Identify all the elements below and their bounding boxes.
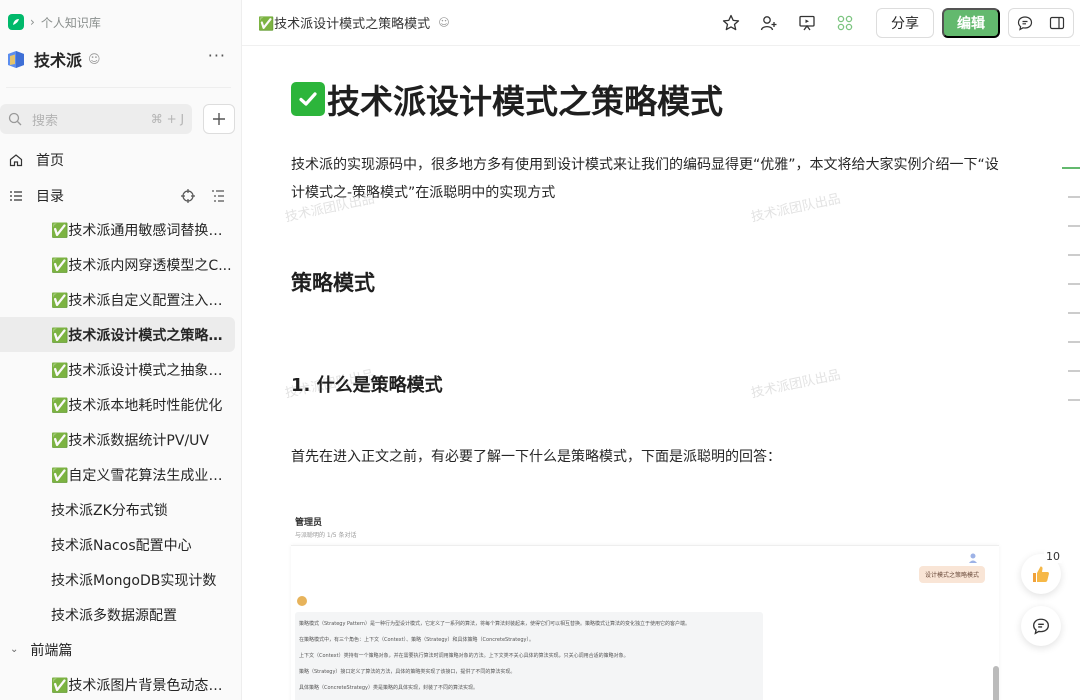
search-shortcut: ⌘ + J [150,112,184,126]
presentation-icon[interactable] [788,14,826,32]
star-icon[interactable] [712,14,750,32]
doc-tab[interactable]: ✅技术派设计模式之策略模式 ☺ [258,13,450,32]
tree-item[interactable]: ✅技术派内网穿透模型之C... [0,247,241,282]
comment-button[interactable] [1021,606,1061,646]
answer-line: 策略模式（Strategy Pattern）是一种行为型设计模式，它定义了一系列… [299,621,691,627]
tree-item[interactable]: ✅技术派自定义配置注入&... [0,282,241,317]
embedded-subtitle: 与派聪明的 1/5 条对话 [295,532,357,539]
view-toggle-group [1008,8,1074,38]
toolbar: 分享 编辑 [712,0,1080,46]
tree-item[interactable]: ✅技术派通用敏感词替换（... [0,212,241,247]
tree-item[interactable]: 技术派MongoDB实现计数 [0,562,241,597]
embedded-scrollbar [993,666,999,700]
tree-item[interactable]: 技术派ZK分布式锁 [0,492,241,527]
section-heading: 策略模式 [291,271,375,295]
nav-toc[interactable]: 目录 [0,180,241,212]
outline-minimap[interactable] [1062,167,1080,428]
answer-line: 上下文（Context）类持有一个策略对象，并在需要执行算法时调用策略对象的方法… [299,653,629,659]
tree-item[interactable]: ✅技术派设计模式之抽象设... [0,352,241,387]
top-bar: ✅技术派设计模式之策略模式 ☺ 分享 编辑 [242,0,1080,46]
tree-item[interactable]: 技术派多数据源配置 [0,597,241,632]
doc-tab-title: ✅技术派设计模式之策略模式 [258,17,431,32]
page-title-text: 技术派设计模式之策略模式 [327,82,723,121]
user-avatar-icon [969,553,977,563]
more-options-button[interactable]: ··· [208,46,226,65]
emoji-icon: ☺ [88,52,101,66]
tree-item[interactable]: ✅技术派图片背景色动态变更 [0,667,241,700]
watermark: 技术派团队出品 [749,367,842,402]
embedded-chat: 设计模式之策略模式 策略模式（Strategy Pattern）是一种行为型设计… [291,545,999,700]
share-button[interactable]: 分享 [876,8,934,38]
assistant-avatar-icon [297,596,307,606]
intro-paragraph: 技术派的实现源码中，很多地方多有使用到设计模式来让我们的编码显得更“优雅”，本文… [291,157,999,201]
sidebar: › 个人知识库 技术派 ☺ ··· 搜索 ⌘ + J 首页 目录 ✅技术派通用敏… [0,0,242,700]
page-title: 技术派设计模式之策略模式 [291,75,723,123]
tree-item[interactable]: 技术派Nacos配置中心 [0,527,241,562]
toc-icon [8,188,24,204]
like-count: 10 [1044,550,1062,563]
sidebar-divider [6,87,231,88]
tree-item[interactable]: ✅技术派数据统计PV/UV [0,422,241,457]
comment-icon [1033,618,1049,635]
answer-line: 策略（Strategy）接口定义了算法的方法，具体的策略类实现了该接口，提供了不… [299,669,516,675]
nav-home[interactable]: 首页 [0,144,241,176]
nav-toc-label: 目录 [36,189,64,205]
answer-line: 在策略模式中，有三个角色：上下文（Context）、策略（Strategy）和具… [299,637,534,643]
embedded-screenshot: 管理员 与派聪明的 1/5 条对话 设计模式之策略模式 策略模式（Strateg… [291,509,999,700]
nav-home-label: 首页 [36,153,64,169]
tree-item-active[interactable]: ✅技术派设计模式之策略模式 [0,317,235,352]
body-paragraph: 首先在进入正文之前，有必要了解一下什么是策略模式，下面是派聪明的回答： [291,449,781,465]
knowledge-base-header: 技术派 ☺ ··· [6,46,232,72]
search-input[interactable]: 搜索 ⌘ + J [0,104,192,134]
tree-item[interactable]: ✅自定义雪花算法生成业务ID [0,457,241,492]
edit-button[interactable]: 编辑 [942,8,1000,38]
plus-icon [213,113,225,125]
chevron-right-icon: › [30,15,35,29]
subsection-heading: 1. 什么是策略模式 [291,375,443,396]
comment-icon[interactable] [1017,15,1033,31]
breadcrumb-label[interactable]: 个人知识库 [41,14,101,31]
check-mark-icon [291,82,325,116]
sidebar-toggle-icon[interactable] [1049,15,1065,31]
embedded-title: 管理员 [295,518,323,528]
app-root: › 个人知识库 技术派 ☺ ··· 搜索 ⌘ + J 首页 目录 ✅技术派通用敏… [0,0,1080,700]
tree-group-label: 前端篇 [30,642,73,659]
app-logo-icon[interactable] [8,14,24,30]
thumbs-up-icon [1033,566,1049,582]
answer-line: 具体策略（ConcreteStrategy）类是策略的具体实现，封装了不同的算法… [299,685,478,691]
book-icon [8,51,24,68]
tree-item[interactable]: ✅技术派本地耗时性能优化 [0,387,241,422]
toc-tools [180,188,226,204]
add-button[interactable] [203,104,235,134]
document-body: 技术派设计模式之策略模式 技术派的实现源码中，很多地方多有使用到设计模式来让我们… [242,47,1080,700]
emoji-icon: ☺ [438,16,450,29]
user-message-bubble: 设计模式之策略模式 [918,566,985,583]
locate-icon[interactable] [180,188,196,204]
search-placeholder: 搜索 [32,113,59,129]
knowledge-base-title: 技术派 [34,51,83,70]
collapse-list-icon[interactable] [210,188,226,204]
apps-icon[interactable] [826,14,864,32]
doc-tree: ✅技术派通用敏感词替换（... ✅技术派内网穿透模型之C... ✅技术派自定义配… [0,212,241,700]
breadcrumb[interactable]: › 个人知识库 [8,12,101,32]
tree-group-frontend[interactable]: ⌄ 前端篇 [0,632,241,667]
add-member-icon[interactable] [750,14,788,32]
search-icon [8,112,22,126]
chevron-down-icon: ⌄ [10,644,19,655]
assistant-answer: 策略模式（Strategy Pattern）是一种行为型设计模式，它定义了一系列… [295,612,763,700]
embedded-header: 管理员 与派聪明的 1/5 条对话 [295,515,356,539]
home-icon [8,152,24,168]
